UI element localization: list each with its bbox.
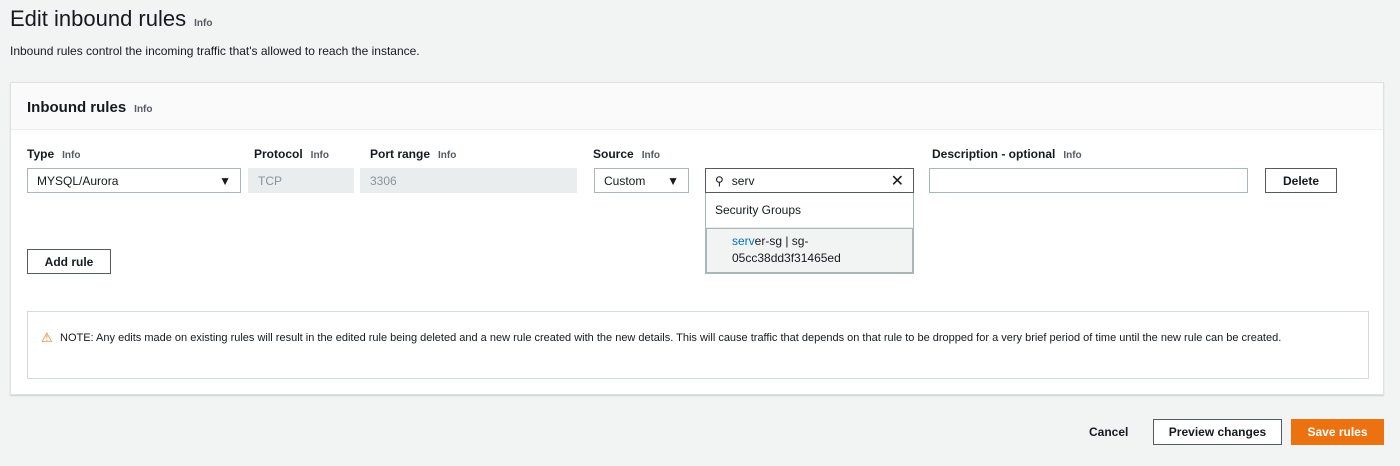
- info-link[interactable]: Info: [134, 104, 152, 115]
- protocol-field: TCP: [248, 168, 354, 193]
- search-icon: ⚲: [715, 173, 724, 188]
- note-text: NOTE: Any edits made on existing rules w…: [60, 332, 1282, 344]
- inbound-rules-panel: Inbound rules Info Type Info Protocol Info …: [10, 82, 1384, 395]
- protocol-label: Protocol Info: [254, 147, 329, 161]
- option-text: er-sg | sg-: [754, 234, 809, 248]
- option-match: serv: [732, 234, 755, 248]
- page-title: Edit inbound rules Info: [10, 6, 212, 32]
- port-range-label: Port range Info: [370, 147, 456, 161]
- source-value: Custom: [604, 173, 646, 188]
- caret-down-icon: ▼: [219, 173, 231, 188]
- page-title-text: Edit inbound rules: [10, 6, 187, 31]
- cancel-button[interactable]: Cancel: [1089, 425, 1128, 439]
- panel-header: Inbound rules Info: [11, 83, 1383, 130]
- add-rule-button[interactable]: Add rule: [27, 249, 111, 274]
- info-link[interactable]: Info: [62, 150, 80, 161]
- page-subtitle: Inbound rules control the incoming traff…: [10, 44, 420, 58]
- info-link[interactable]: Info: [194, 18, 212, 29]
- panel-title: Inbound rules Info: [27, 99, 153, 116]
- preview-changes-button[interactable]: Preview changes: [1153, 419, 1282, 445]
- type-label: Type Info: [27, 147, 80, 161]
- info-link[interactable]: Info: [438, 150, 456, 161]
- caret-down-icon: ▼: [667, 173, 679, 188]
- protocol-label-text: Protocol: [254, 147, 303, 161]
- clear-icon[interactable]: ✕: [891, 171, 904, 191]
- warning-icon: ⚠: [41, 330, 53, 345]
- save-rules-button[interactable]: Save rules: [1291, 419, 1384, 445]
- description-label: Description - optional Info: [932, 147, 1082, 161]
- search-value: serv: [731, 173, 755, 188]
- warning-note: ⚠ NOTE: Any edits made on existing rules…: [27, 311, 1369, 379]
- port-range-field: 3306: [360, 168, 577, 193]
- type-value: MYSQL/Aurora: [37, 173, 119, 188]
- source-search-input[interactable]: ⚲ serv ✕: [705, 168, 914, 193]
- dropdown-group-label: Security Groups: [706, 193, 913, 228]
- source-dropdown: Security Groups server-sg | sg- 05cc38dd3…: [705, 193, 914, 274]
- panel-title-text: Inbound rules: [27, 99, 127, 116]
- type-label-text: Type: [27, 147, 55, 161]
- source-label: Source Info: [593, 147, 660, 161]
- port-range-label-text: Port range: [370, 147, 431, 161]
- description-label-text: Description - optional: [932, 147, 1056, 161]
- info-link[interactable]: Info: [642, 150, 660, 161]
- dropdown-option-server-sg[interactable]: server-sg | sg- 05cc38dd3f31465ed: [706, 228, 913, 273]
- source-label-text: Source: [593, 147, 634, 161]
- delete-button[interactable]: Delete: [1265, 168, 1337, 193]
- info-link[interactable]: Info: [311, 150, 329, 161]
- info-link[interactable]: Info: [1063, 150, 1081, 161]
- description-input[interactable]: [929, 168, 1248, 193]
- source-select[interactable]: Custom ▼: [594, 168, 689, 193]
- type-select[interactable]: MYSQL/Aurora ▼: [27, 168, 241, 193]
- option-id: 05cc38dd3f31465ed: [732, 251, 841, 265]
